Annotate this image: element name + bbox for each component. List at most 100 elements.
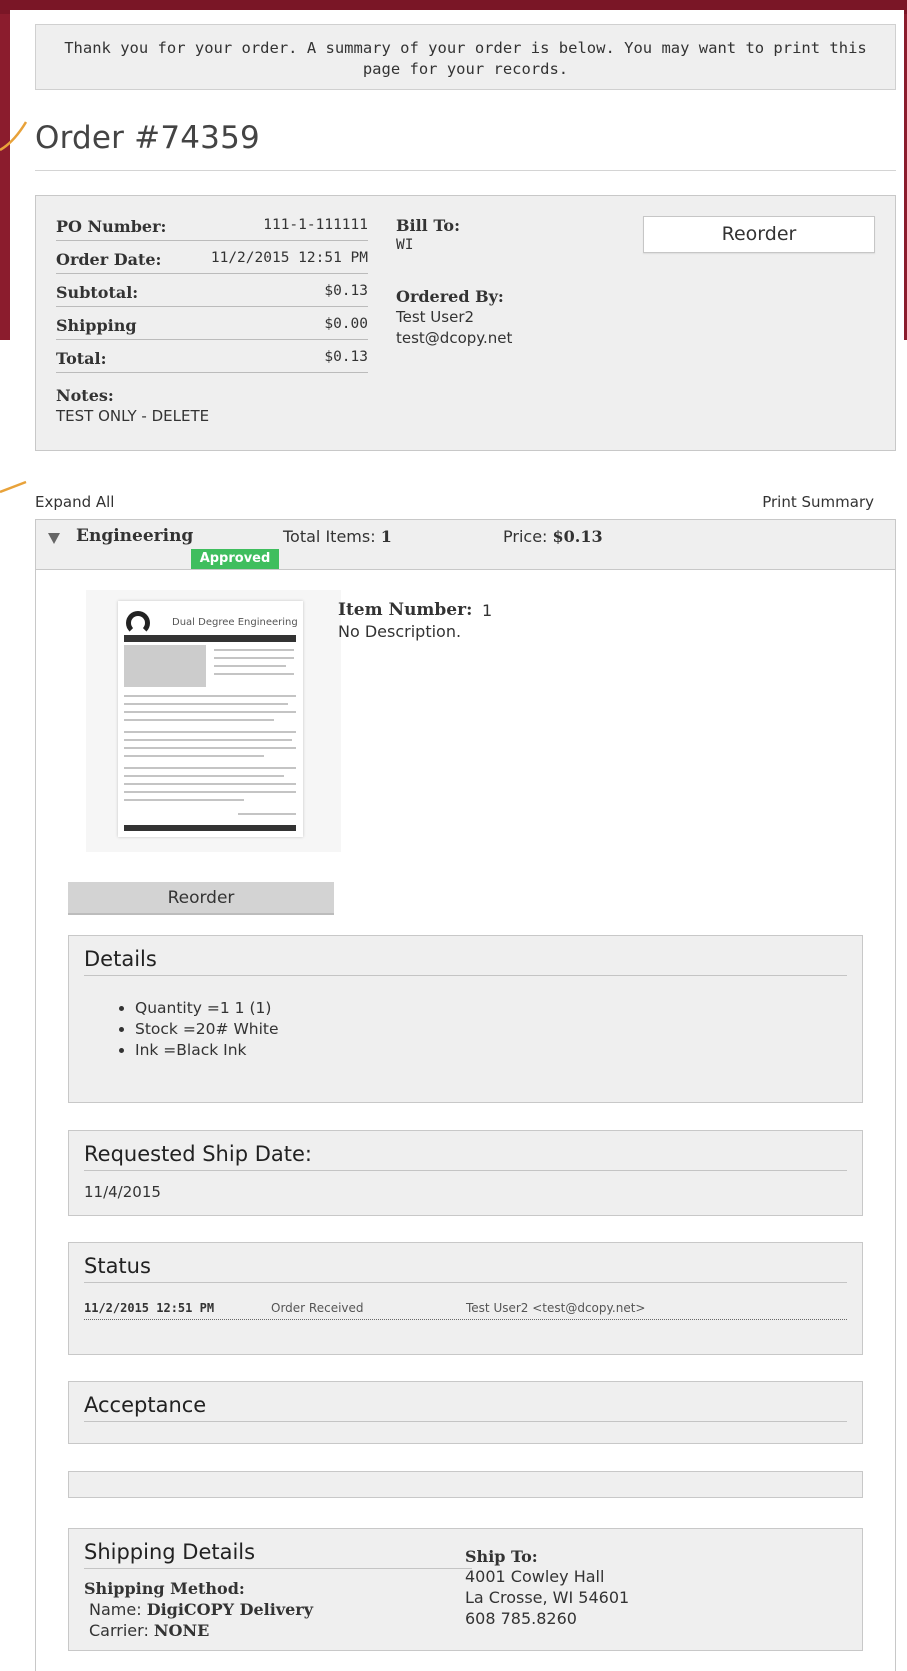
bill-to-label: Bill To: (396, 216, 460, 235)
ship-to-line-2: La Crosse, WI 54601 (465, 1588, 630, 1607)
po-number-row: PO Number: 111-1-111111 (56, 208, 368, 241)
reorder-order-button[interactable]: Reorder (643, 216, 875, 253)
order-date-label: Order Date: (56, 250, 162, 269)
total-label: Total: (56, 349, 107, 368)
shipping-method-name: Name: DigiCOPY Delivery (89, 1600, 313, 1619)
document-text-line (124, 747, 296, 749)
ship-date-title: Requested Ship Date: (84, 1142, 312, 1166)
po-number-label: PO Number: (56, 217, 167, 236)
details-title: Details (84, 947, 157, 971)
price-label: Price: (503, 527, 548, 546)
order-date-row: Order Date: 11/2/2015 12:51 PM (56, 241, 368, 274)
collapse-caret-icon[interactable] (48, 533, 60, 544)
document-preview: Dual Degree Engineering (118, 601, 303, 837)
expand-all-link[interactable]: Expand All (35, 493, 114, 511)
po-number-value: 111-1-111111 (263, 217, 368, 233)
shipping-label: Shipping (56, 316, 137, 335)
price-value: $0.13 (552, 527, 603, 546)
subtotal-label: Subtotal: (56, 283, 139, 302)
document-text-line (214, 657, 294, 659)
shipping-details-panel: Shipping Details Shipping Method: Name: … (68, 1528, 863, 1651)
total-items-value: 1 (380, 527, 392, 546)
shipping-details-divider (84, 1568, 472, 1569)
document-text-line (124, 783, 296, 785)
document-text-line (124, 711, 296, 713)
carrier-label: Carrier: (89, 1621, 149, 1640)
ordered-by-label: Ordered By: (396, 287, 504, 306)
document-footer-bar (124, 825, 296, 831)
ship-to-line-1: 4001 Cowley Hall (465, 1567, 605, 1586)
item-thumbnail[interactable]: Dual Degree Engineering (86, 590, 341, 852)
ship-to-label: Ship To: (465, 1547, 538, 1566)
document-bar (124, 635, 296, 642)
document-text-line (124, 719, 274, 721)
status-entry: 11/2/2015 12:51 PM Order Received Test U… (84, 1298, 847, 1320)
ship-date-divider (84, 1170, 847, 1171)
order-date-value: 11/2/2015 12:51 PM (210, 250, 368, 266)
shipping-details-title: Shipping Details (84, 1540, 256, 1564)
ordered-by-name: Test User2 (396, 308, 475, 326)
total-value: $0.13 (324, 349, 368, 365)
ship-to-line-3: 608 785.8260 (465, 1609, 577, 1628)
document-text-line (124, 791, 296, 793)
callout-line-order (0, 121, 28, 152)
print-summary-link[interactable]: Print Summary (762, 493, 874, 511)
total-row: Total: $0.13 (56, 340, 368, 373)
document-text-line (124, 775, 284, 777)
document-text-line (124, 695, 296, 697)
item-number-label: Item Number: (338, 600, 473, 620)
document-text-line (124, 799, 244, 801)
shipping-carrier: Carrier: NONE (89, 1621, 209, 1640)
acceptance-divider (84, 1421, 847, 1422)
approved-badge: Approved (191, 549, 279, 569)
document-text-line (214, 649, 294, 651)
document-text-line (214, 665, 286, 667)
notes-value: TEST ONLY - DELETE (56, 407, 210, 425)
document-title: Dual Degree Engineering (172, 617, 298, 628)
status-panel: Status 11/2/2015 12:51 PM Order Received… (68, 1242, 863, 1355)
logo-icon (126, 611, 150, 635)
ship-date-value: 11/4/2015 (84, 1183, 161, 1201)
item-number-value: 1 (482, 601, 493, 620)
total-items: Total Items: 1 (283, 527, 392, 546)
notice-line-2: page for your records. (362, 60, 569, 78)
item-description: No Description. (338, 622, 462, 641)
document-text-line (124, 731, 296, 733)
ordered-by-email: test@dcopy.net (396, 329, 513, 347)
carrier-value: NONE (153, 1621, 210, 1640)
details-panel: Details Quantity =1 1 (1) Stock =20# Whi… (68, 935, 863, 1103)
total-items-label: Total Items: (283, 527, 376, 546)
callout-connectors (0, 121, 28, 494)
title-divider (35, 170, 896, 171)
shipping-method-label: Shipping Method: (84, 1579, 245, 1598)
order-title: Order #74359 (35, 120, 260, 156)
subtotal-row: Subtotal: $0.13 (56, 274, 368, 307)
acceptance-title: Acceptance (84, 1393, 207, 1417)
document-sidebar-box (124, 645, 206, 687)
detail-stock: Stock =20# White (135, 1019, 279, 1040)
document-header: Dual Degree Engineering (122, 609, 300, 635)
status-date: 11/2/2015 12:51 PM (84, 1301, 215, 1315)
detail-ink: Ink =Black Ink (135, 1040, 279, 1061)
group-header-engineering[interactable]: Engineering Approved Total Items: 1 Pric… (35, 519, 896, 570)
document-text-line (124, 739, 292, 741)
order-page: Thank you for your order. A summary of y… (10, 10, 904, 1671)
empty-panel (68, 1471, 863, 1498)
shipping-name-label: Name: (89, 1600, 142, 1619)
document-text-line (214, 673, 294, 675)
subtotal-value: $0.13 (324, 283, 368, 299)
details-divider (84, 975, 847, 976)
status-event: Order Received (271, 1301, 364, 1315)
reorder-item-button[interactable]: Reorder (68, 882, 334, 915)
shipping-name-value: DigiCOPY Delivery (146, 1600, 314, 1619)
acceptance-panel: Acceptance (68, 1381, 863, 1444)
details-list: Quantity =1 1 (1) Stock =20# White Ink =… (84, 998, 279, 1061)
document-text-line (124, 755, 264, 757)
shipping-value: $0.00 (324, 316, 368, 332)
status-title: Status (84, 1254, 151, 1278)
group-price: Price: $0.13 (503, 527, 603, 546)
order-summary-panel: PO Number: 111-1-111111 Order Date: 11/2… (35, 195, 896, 451)
notes-label: Notes: (56, 386, 114, 405)
document-text-line (238, 813, 296, 815)
status-user: Test User2 <test@dcopy.net> (466, 1301, 646, 1315)
